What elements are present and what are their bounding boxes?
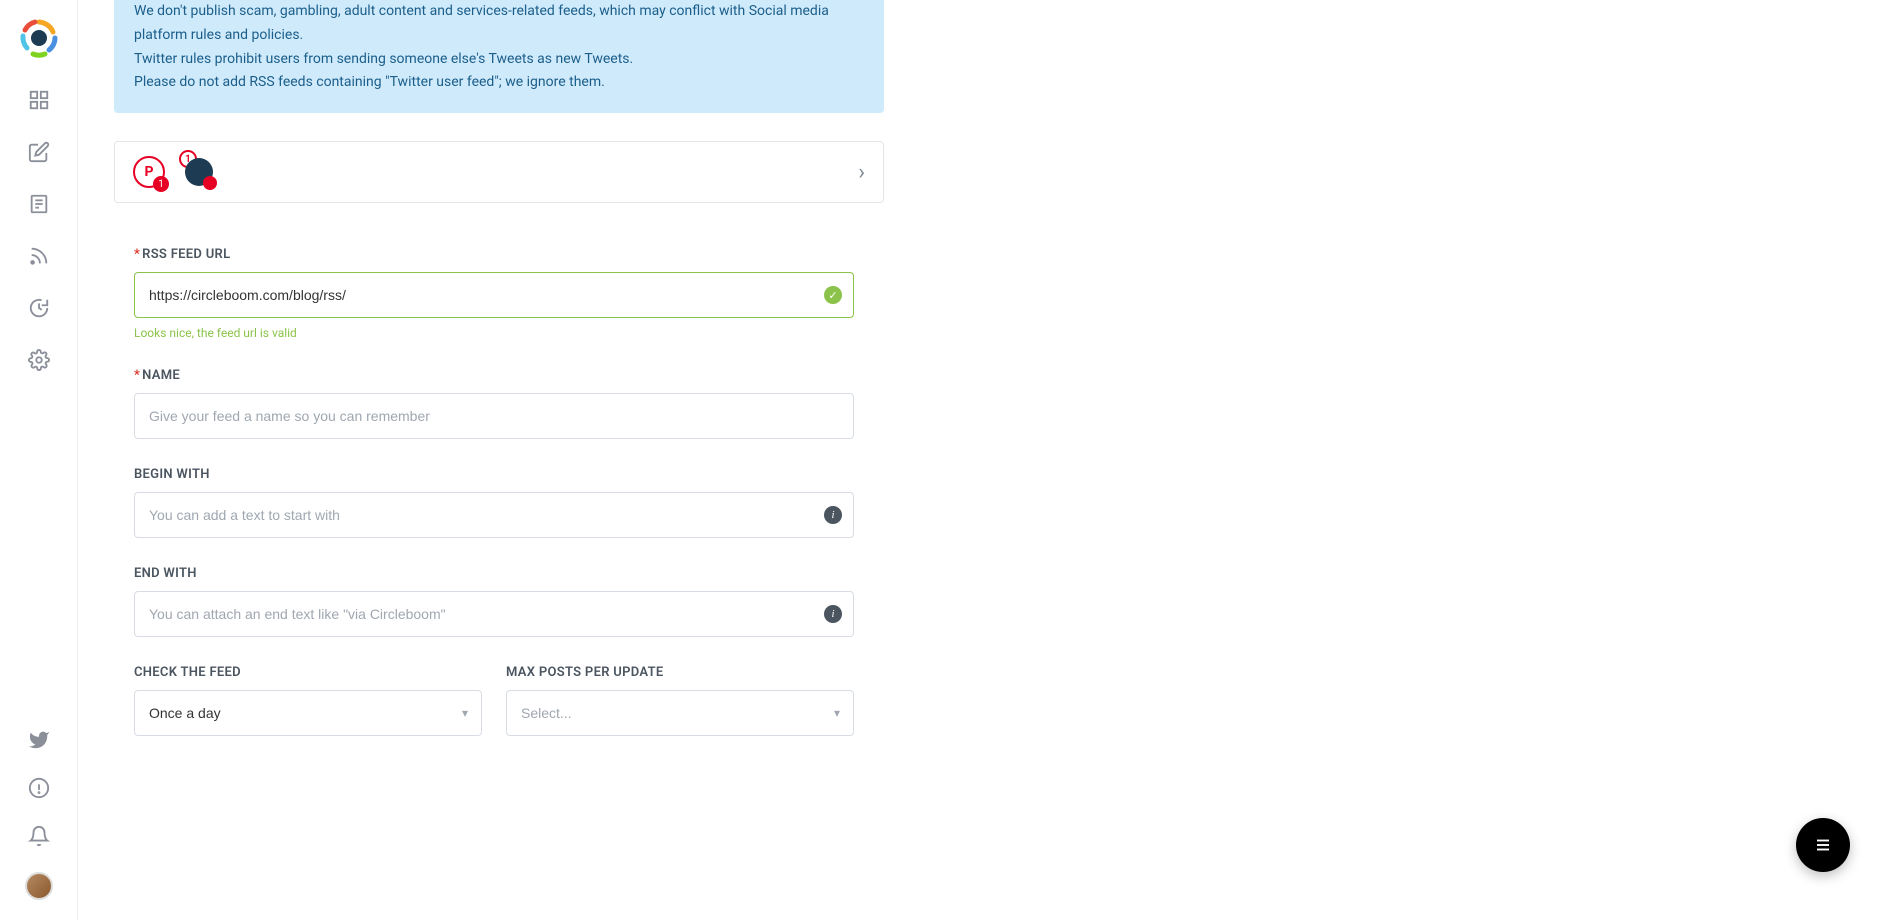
begin-with-field: BEGIN WITH i	[134, 467, 854, 538]
app-logo[interactable]	[19, 18, 59, 58]
banner-line-1: We don't publish scam, gambling, adult c…	[134, 0, 864, 48]
settings-icon[interactable]	[27, 348, 51, 372]
chevron-right-icon: ›	[858, 160, 865, 185]
name-input[interactable]	[134, 393, 854, 439]
nav-icons	[27, 88, 51, 372]
schedule-icon[interactable]	[27, 296, 51, 320]
circleboom-account[interactable]: 1	[185, 158, 213, 186]
posts-icon[interactable]	[27, 192, 51, 216]
max-posts-label: MAX POSTS PER UPDATE	[506, 665, 854, 680]
main-content: We don't publish scam, gambling, adult c…	[78, 0, 1898, 920]
banner-line-3: Please do not add RSS feeds containing "…	[134, 71, 864, 95]
name-field: *NAME	[134, 368, 854, 439]
account-icons: P 1 1	[133, 156, 213, 188]
end-with-field: END WITH i	[134, 566, 854, 637]
pinterest-account-1[interactable]: P 1	[133, 156, 165, 188]
account-selector[interactable]: P 1 1 ›	[114, 141, 884, 203]
twitter-icon[interactable]	[27, 728, 51, 752]
check-maxposts-row: CHECK THE FEED Once a day ▾ MAX POSTS PE…	[134, 665, 854, 764]
account-badge-1: 1	[153, 176, 169, 192]
check-feed-select[interactable]: Once a day	[134, 690, 482, 736]
info-icon[interactable]: i	[824, 506, 842, 524]
begin-with-label: BEGIN WITH	[134, 467, 854, 482]
menu-fab[interactable]	[1796, 818, 1850, 872]
rss-form: *RSS FEED URL ✓ Looks nice, the feed url…	[134, 247, 854, 764]
name-label: *NAME	[134, 368, 854, 383]
sidebar	[0, 0, 78, 920]
rss-url-field: *RSS FEED URL ✓ Looks nice, the feed url…	[134, 247, 854, 340]
check-feed-field: CHECK THE FEED Once a day ▾	[134, 665, 482, 736]
max-posts-select[interactable]: Select...	[506, 690, 854, 736]
circleboom-mini-icon	[185, 158, 213, 186]
banner-line-2: Twitter rules prohibit users from sendin…	[134, 48, 864, 72]
info-banner: We don't publish scam, gambling, adult c…	[114, 0, 884, 113]
rss-url-label: *RSS FEED URL	[134, 247, 854, 262]
max-posts-field: MAX POSTS PER UPDATE Select... ▾	[506, 665, 854, 736]
compose-icon[interactable]	[27, 140, 51, 164]
end-with-input[interactable]	[134, 591, 854, 637]
dashboard-icon[interactable]	[27, 88, 51, 112]
check-feed-label: CHECK THE FEED	[134, 665, 482, 680]
check-icon: ✓	[824, 286, 842, 304]
notifications-icon[interactable]	[27, 824, 51, 848]
rss-valid-message: Looks nice, the feed url is valid	[134, 326, 854, 340]
begin-with-input[interactable]	[134, 492, 854, 538]
sidebar-bottom	[0, 728, 77, 900]
rss-icon[interactable]	[27, 244, 51, 268]
info-icon[interactable]: i	[824, 605, 842, 623]
help-icon[interactable]	[27, 776, 51, 800]
end-with-label: END WITH	[134, 566, 854, 581]
user-avatar[interactable]	[25, 872, 53, 900]
rss-url-input[interactable]	[134, 272, 854, 318]
